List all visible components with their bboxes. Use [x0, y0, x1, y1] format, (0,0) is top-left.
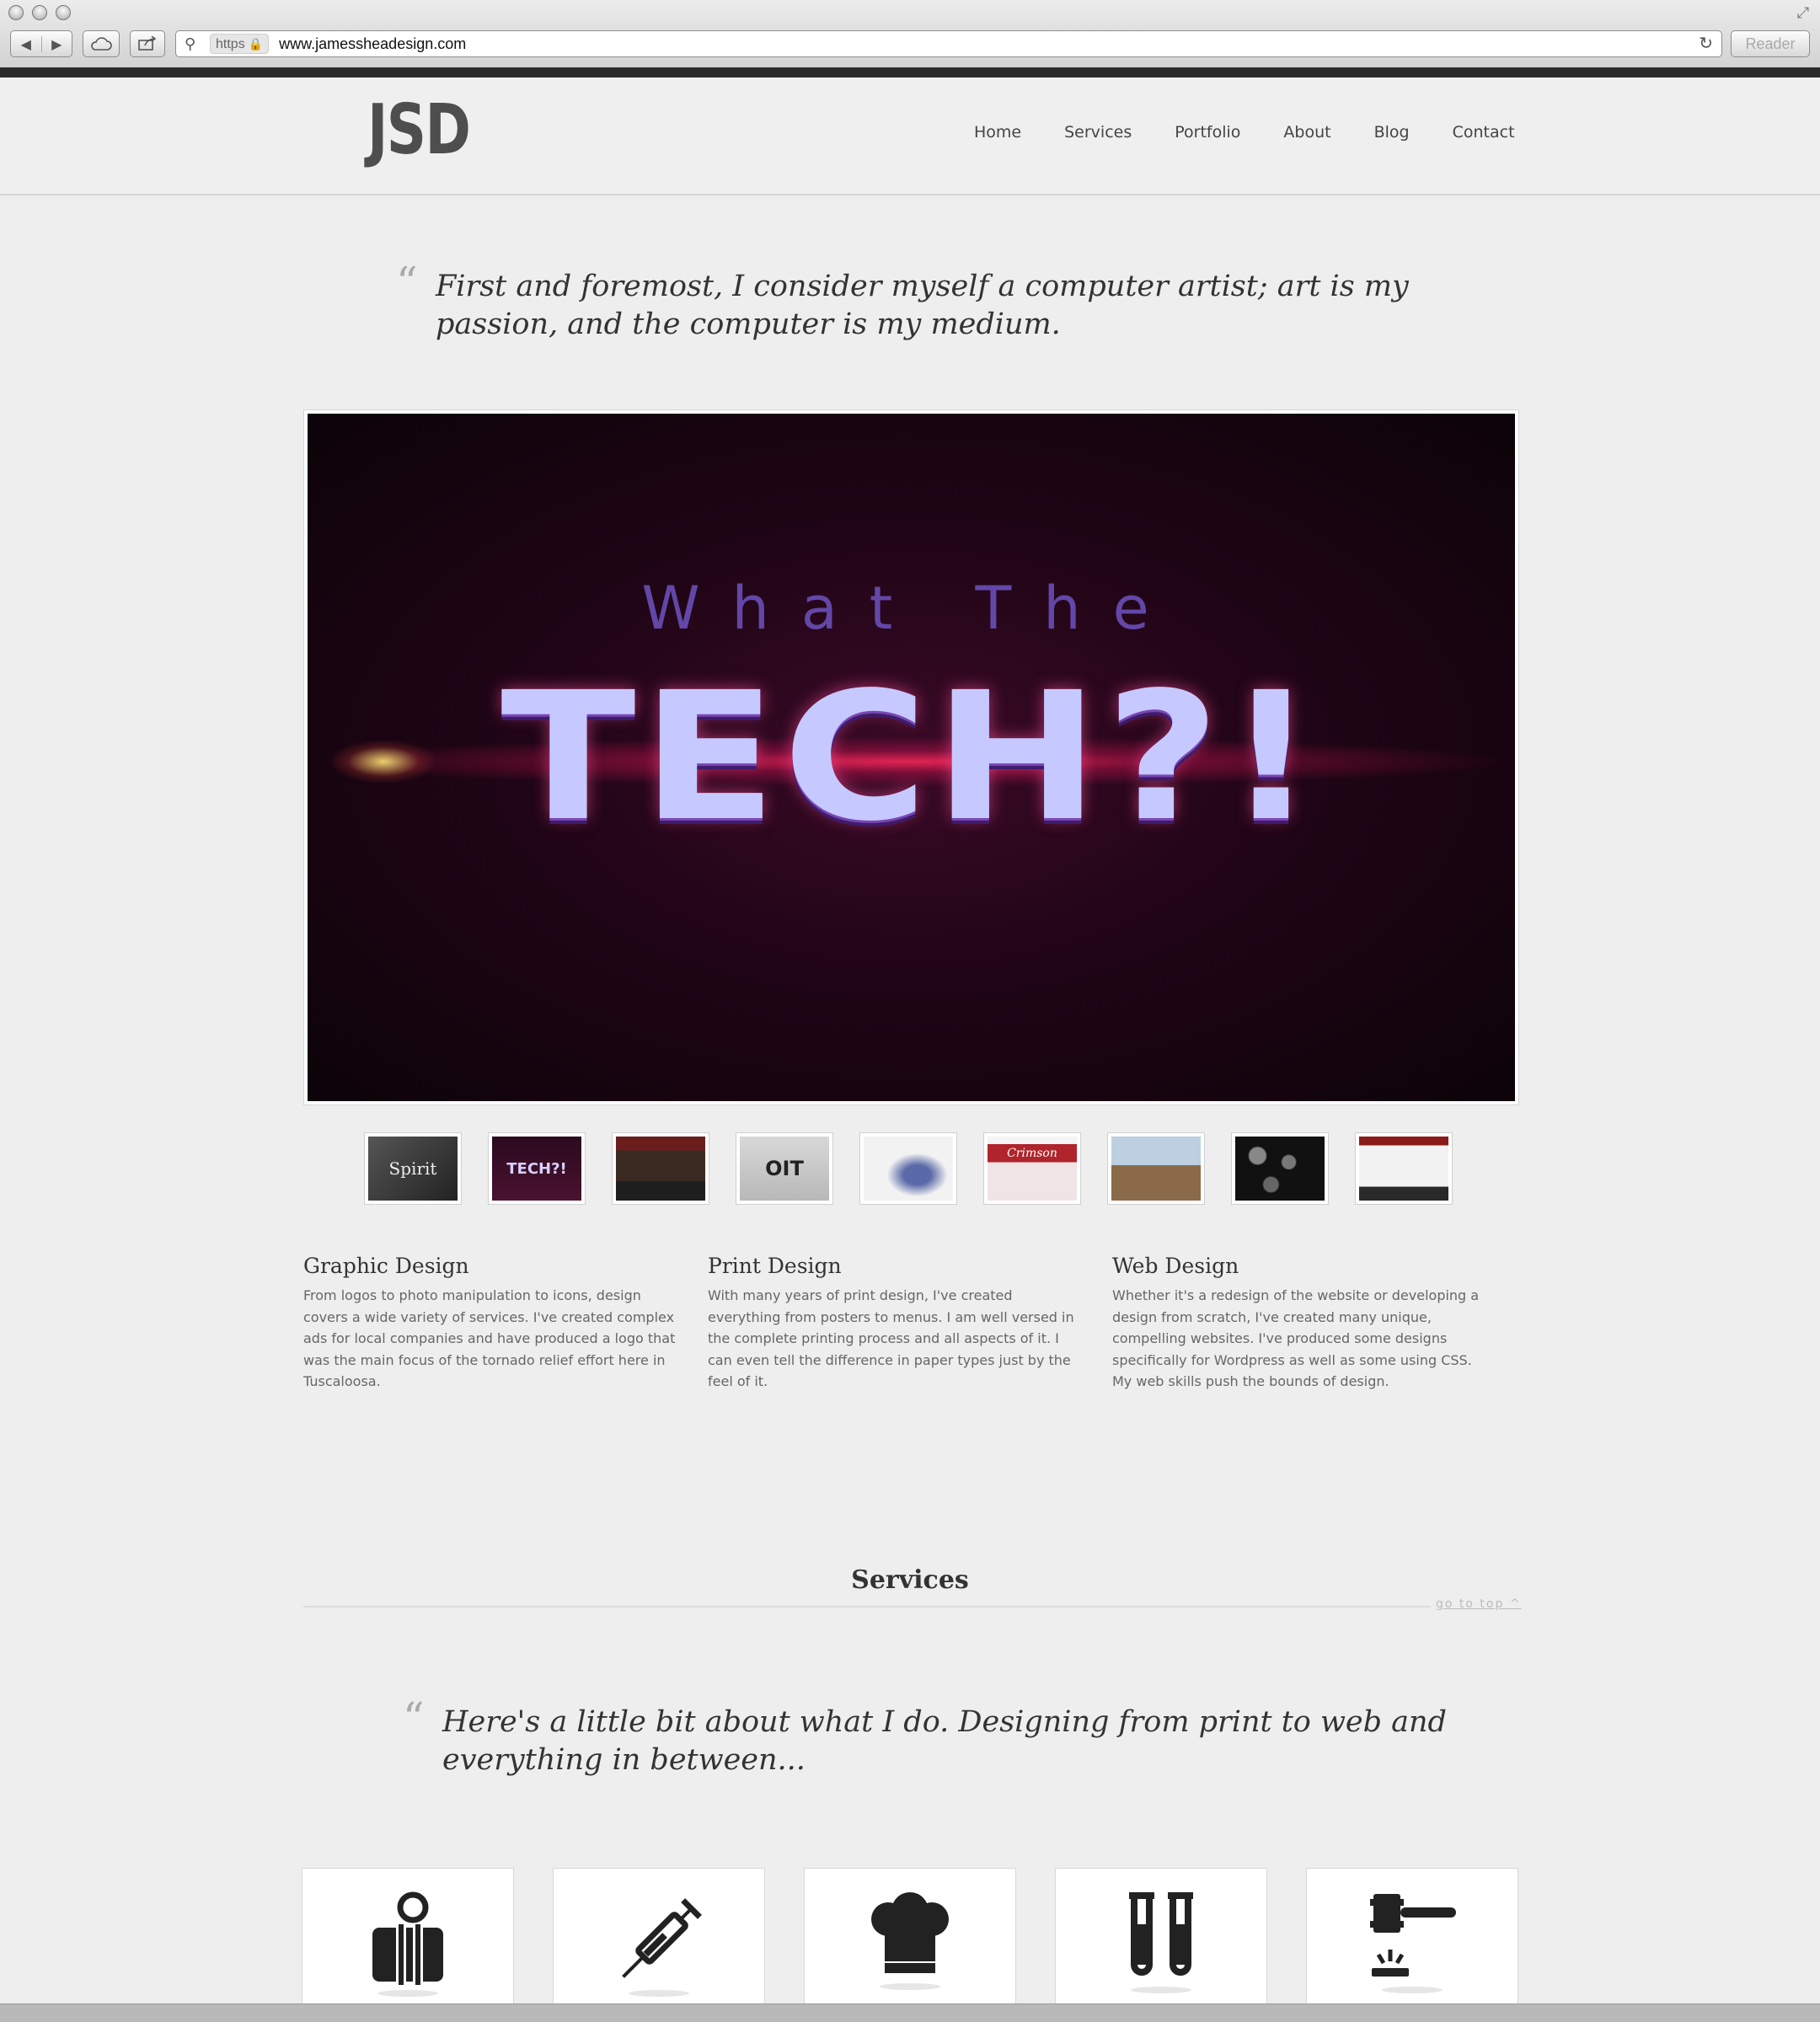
- hero-big-text: TECH?!: [500, 654, 1322, 860]
- nav-services[interactable]: Services: [1064, 123, 1132, 142]
- nav-portfolio[interactable]: Portfolio: [1175, 123, 1240, 142]
- feature-columns: Graphic Design From logos to photo manip…: [303, 1254, 1517, 1393]
- forward-button[interactable]: ▶: [40, 35, 72, 52]
- fullscreen-icon[interactable]: ⤢: [1793, 3, 1813, 24]
- window-bottom-edge: [0, 2003, 1820, 2022]
- feature-print-design: Print Design With many years of print de…: [708, 1254, 1112, 1393]
- main-nav: Home Services Portfolio About Blog Conta…: [974, 123, 1558, 142]
- chevron-up-icon: ^: [1509, 1597, 1522, 1611]
- go-to-top-link[interactable]: go to top ^: [1431, 1597, 1522, 1611]
- icloud-tabs-button[interactable]: [83, 30, 120, 57]
- slider-thumbnails: Spirit TECH?! OIT Crimson: [364, 1132, 1453, 1205]
- lock-icon: 🔒: [248, 37, 264, 51]
- site-header: JSD Home Services Portfolio About Blog C…: [0, 78, 1820, 195]
- feature-text: Whether it's a redesign of the website o…: [1112, 1287, 1480, 1389]
- section-divider: [303, 1606, 1517, 1607]
- services-quote: Here's a little bit about what I do. Des…: [442, 1705, 1447, 1777]
- zoom-window-button[interactable]: [56, 5, 71, 20]
- service-card-injection[interactable]: [553, 1868, 765, 2022]
- briefcase-magnifier-icon: [372, 1891, 443, 1997]
- back-button[interactable]: ◀: [11, 36, 41, 52]
- chef-hat-icon: [871, 1892, 949, 1990]
- thumbnail-label: OIT: [740, 1137, 829, 1201]
- thumbnail-website-1[interactable]: [612, 1132, 709, 1205]
- thumbnail-product[interactable]: [859, 1132, 957, 1205]
- gavel-icon: [1370, 1894, 1456, 1993]
- quote-mark-icon: “: [403, 1693, 425, 1742]
- test-tubes-icon: [1129, 1892, 1193, 1993]
- feature-title: Print Design: [708, 1254, 842, 1278]
- thumbnail-oit[interactable]: OIT: [736, 1132, 833, 1205]
- share-button[interactable]: [130, 30, 165, 57]
- feature-text: From logos to photo manipulation to icon…: [303, 1287, 676, 1389]
- go-to-top-label: go to top: [1436, 1597, 1505, 1611]
- thumbnail-tech[interactable]: TECH?!: [488, 1132, 586, 1205]
- services-heading: Services: [851, 1565, 969, 1595]
- feature-title: Web Design: [1112, 1254, 1239, 1278]
- nav-about[interactable]: About: [1283, 123, 1330, 142]
- service-card-research[interactable]: [302, 1868, 514, 2022]
- nav-home[interactable]: Home: [974, 123, 1021, 142]
- nav-contact[interactable]: Contact: [1453, 123, 1515, 142]
- service-card-legal[interactable]: [1306, 1868, 1518, 2022]
- search-icon: ⚲: [185, 35, 196, 53]
- address-bar[interactable]: ⚲ https 🔒 www.jamessheadesign.com ↻: [175, 30, 1722, 57]
- feature-text: With many years of print design, I've cr…: [708, 1287, 1074, 1389]
- cloud-icon: [91, 37, 112, 51]
- https-badge: https 🔒: [210, 34, 270, 54]
- thumbnail-crimson[interactable]: Crimson: [983, 1132, 1081, 1205]
- quote-mark-icon: “: [396, 258, 418, 307]
- feature-web-design: Web Design Whether it's a redesign of th…: [1112, 1254, 1517, 1393]
- service-card-cooking[interactable]: [804, 1868, 1016, 2022]
- service-cards: [302, 1868, 1518, 2022]
- url-text[interactable]: www.jamessheadesign.com: [279, 35, 466, 53]
- toolbar-divider: [0, 67, 1820, 78]
- window-controls: [8, 5, 71, 20]
- syringe-icon: [622, 1898, 702, 1997]
- thumbnail-label: Crimson: [988, 1137, 1077, 1201]
- hero-slide-image: What The TECH?!: [308, 414, 1515, 1101]
- share-icon: [138, 36, 157, 51]
- thumbnail-label: Spirit: [368, 1137, 458, 1201]
- thumbnail-skulls[interactable]: [1231, 1132, 1329, 1205]
- thumbnail-label: TECH?!: [492, 1137, 581, 1201]
- feature-title: Graphic Design: [303, 1254, 469, 1278]
- minimize-window-button[interactable]: [32, 5, 47, 20]
- reader-button[interactable]: Reader: [1731, 30, 1810, 57]
- browser-chrome: ⤢ ◀ ▶ ⚲ https 🔒 www.jamessheadesign.com ↻…: [0, 0, 1820, 78]
- reload-icon[interactable]: ↻: [1699, 33, 1713, 53]
- protocol-label: https: [216, 37, 245, 51]
- back-forward-buttons: ◀ ▶: [10, 30, 72, 57]
- intro-quote: First and foremost, I consider myself a …: [436, 270, 1409, 341]
- hero-slider[interactable]: What The TECH?!: [303, 409, 1519, 1105]
- site-logo[interactable]: JSD: [367, 96, 471, 165]
- nav-blog[interactable]: Blog: [1374, 123, 1410, 142]
- thumbnail-photo[interactable]: [1107, 1132, 1205, 1205]
- hero-small-text: What The: [641, 574, 1181, 643]
- close-window-button[interactable]: [8, 5, 24, 20]
- thumbnail-spirit[interactable]: Spirit: [364, 1132, 462, 1205]
- service-card-science[interactable]: [1055, 1868, 1267, 2022]
- feature-graphic-design: Graphic Design From logos to photo manip…: [303, 1254, 708, 1393]
- thumbnail-website-2[interactable]: [1355, 1132, 1453, 1205]
